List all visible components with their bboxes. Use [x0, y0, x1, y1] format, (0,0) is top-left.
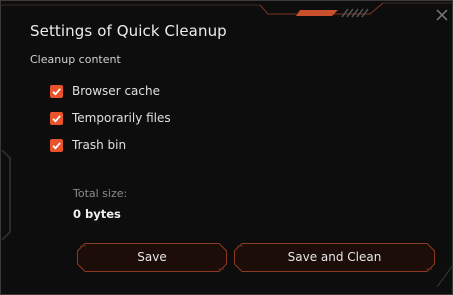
checkbox-label: Trash bin [72, 138, 127, 152]
save-and-clean-button-label: Save and Clean [287, 250, 382, 264]
checkbox-trash-bin[interactable]: Trash bin [50, 137, 126, 153]
quick-cleanup-settings-dialog: Settings of Quick Cleanup Cleanup conten… [0, 0, 453, 295]
checkbox-label: Temporarily files [72, 111, 171, 125]
dialog-title: Settings of Quick Cleanup [30, 22, 227, 40]
save-and-clean-button[interactable]: Save and Clean [234, 243, 435, 272]
checkbox-label: Browser cache [72, 84, 160, 98]
close-icon[interactable] [435, 7, 449, 21]
checkbox-browser-cache[interactable]: Browser cache [50, 83, 160, 99]
checkbox-checked-icon[interactable] [50, 138, 63, 152]
total-size-label: Total size: [73, 187, 128, 200]
section-label: Cleanup content [30, 53, 121, 66]
total-size-value: 0 bytes [73, 207, 121, 221]
checkbox-checked-icon[interactable] [50, 84, 63, 98]
checkbox-checked-icon[interactable] [50, 111, 63, 125]
save-button-label: Save [137, 250, 167, 264]
checkbox-temporarily-files[interactable]: Temporarily files [50, 110, 171, 126]
save-button[interactable]: Save [77, 243, 227, 272]
